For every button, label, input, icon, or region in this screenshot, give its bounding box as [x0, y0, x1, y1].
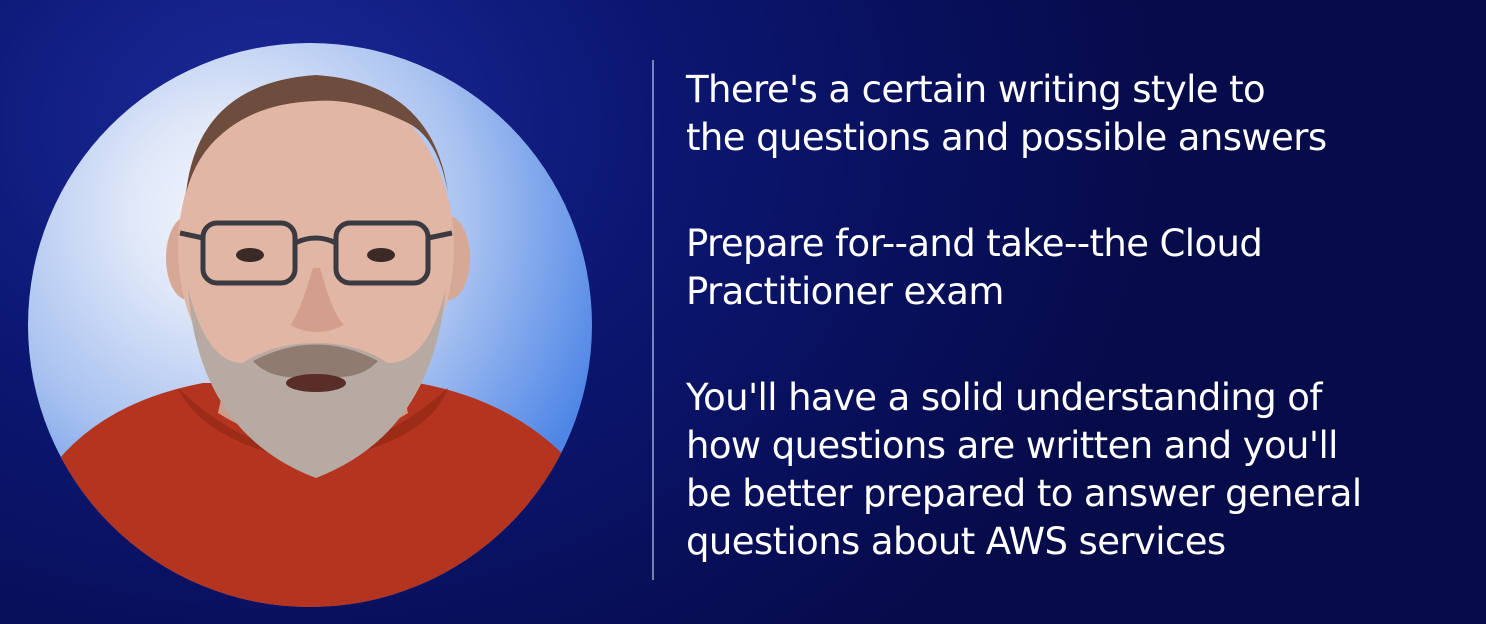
point-line: Prepare for--and take--the Cloud	[686, 222, 1263, 265]
point-line: how questions are written and you'll	[686, 424, 1338, 467]
point-line: There's a certain writing style to	[686, 68, 1266, 111]
presenter-video-circle	[28, 43, 592, 607]
presenter-eye-right	[367, 248, 395, 262]
point-line: Practitioner exam	[686, 270, 1004, 313]
point-writing-style: There's a certain writing style to the q…	[686, 66, 1466, 162]
point-solid-understanding: You'll have a solid understanding of how…	[686, 374, 1466, 566]
slide-canvas: There's a certain writing style to the q…	[0, 0, 1486, 624]
bullet-points: There's a certain writing style to the q…	[686, 66, 1466, 566]
point-line: You'll have a solid understanding of	[686, 376, 1322, 419]
presenter-mouth	[286, 374, 346, 392]
point-prepare-exam: Prepare for--and take--the Cloud Practit…	[686, 220, 1466, 316]
vertical-divider	[652, 60, 654, 580]
presenter-illustration	[28, 75, 592, 607]
point-line: be better prepared to answer general	[686, 472, 1362, 515]
presenter-eye-left	[236, 248, 264, 262]
point-line: questions about AWS services	[686, 520, 1226, 563]
point-line: the questions and possible answers	[686, 116, 1327, 159]
